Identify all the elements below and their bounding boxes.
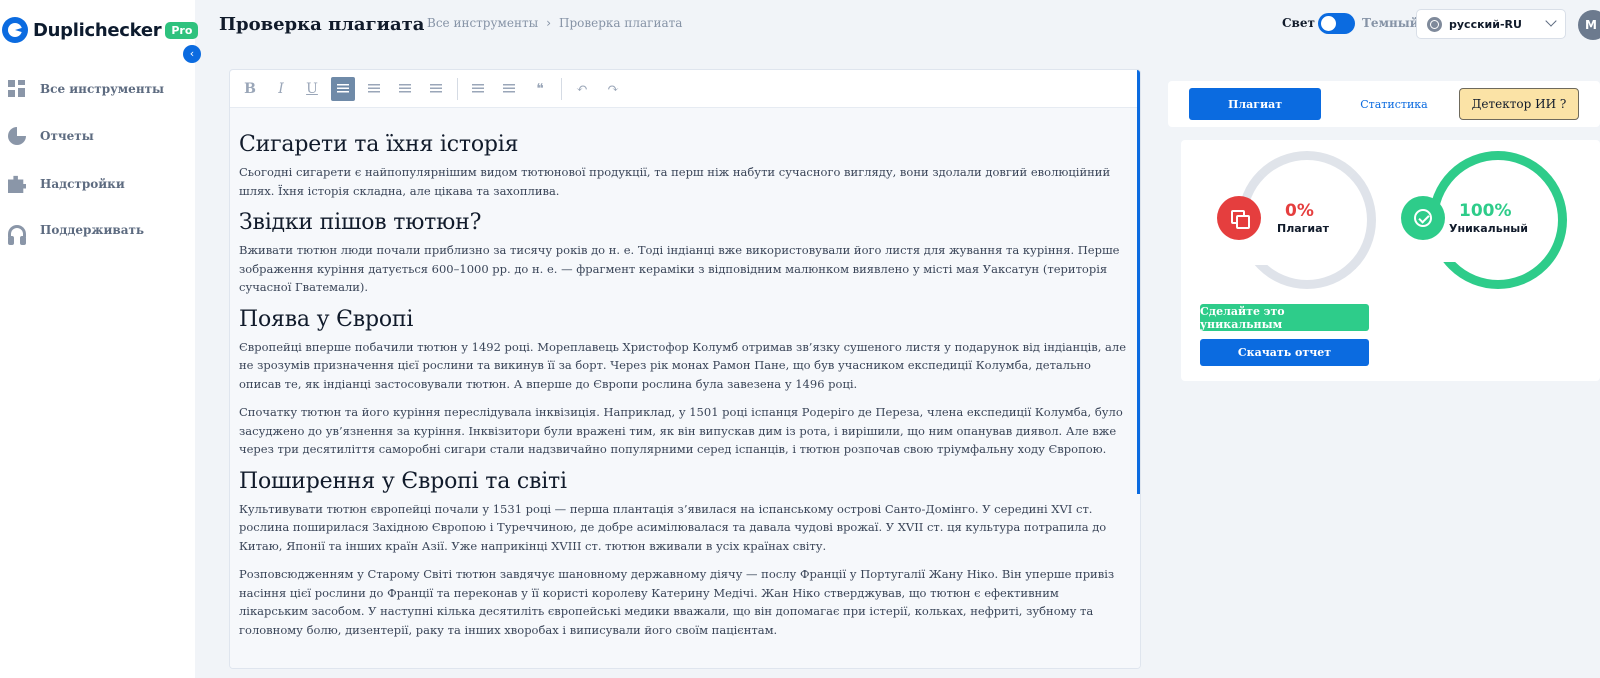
- theme-dark-label: Темный: [1362, 16, 1419, 30]
- align-left-icon: [337, 83, 349, 94]
- plagiarism-percent: 0%: [1285, 201, 1314, 221]
- sidebar-item-reports[interactable]: Отчеты: [8, 127, 94, 145]
- duplichecker-logo-icon: [2, 17, 28, 43]
- unique-label: Уникальный: [1449, 222, 1528, 235]
- sidebar-item-support[interactable]: Поддерживать: [8, 223, 145, 245]
- align-center-icon: [399, 83, 411, 94]
- italic-button[interactable]: I: [269, 77, 293, 101]
- content-heading: Сигарети та їхня історія: [239, 132, 519, 157]
- puzzle-icon: [8, 175, 26, 193]
- sidebar-item-label: Надстройки: [40, 177, 125, 191]
- ordered-list-icon: [472, 83, 484, 94]
- sidebar-item-label: Поддерживать: [40, 223, 145, 237]
- result-card: 0% Плагиат 100% Уникальный Сделайте это …: [1181, 140, 1600, 381]
- unique-percent: 100%: [1459, 201, 1512, 221]
- sidebar-item-addons[interactable]: Надстройки: [8, 175, 125, 193]
- content-paragraph: Спочатку тютюн та його куріння пересліду…: [239, 405, 1123, 456]
- underline-button[interactable]: U: [300, 77, 324, 101]
- tab-ai-detector[interactable]: Детектор ИИ ?: [1459, 88, 1579, 120]
- blockquote-button[interactable]: ❝: [528, 77, 552, 101]
- tab-plagiarism[interactable]: Плагиат: [1189, 88, 1321, 120]
- make-unique-button[interactable]: Сделайте это уникальным: [1200, 304, 1369, 331]
- globe-icon: [1427, 16, 1442, 32]
- download-report-button[interactable]: Скачать отчет: [1200, 339, 1369, 366]
- brand-logo[interactable]: Duplichecker Pro: [2, 17, 199, 43]
- content-heading: Поява у Європі: [239, 306, 414, 332]
- ordered-list-button[interactable]: [466, 77, 490, 101]
- bold-button[interactable]: B: [238, 77, 262, 101]
- align-center-button[interactable]: [393, 77, 417, 101]
- content-paragraph: Європейці вперше побачили тютюн у 1492 р…: [239, 339, 1127, 391]
- unique-badge: [1401, 196, 1445, 240]
- content-heading: Звідки пішов тютюн?: [239, 210, 482, 235]
- chevron-down-icon: [1545, 15, 1557, 27]
- breadcrumb-current: Проверка плагиата: [559, 16, 683, 30]
- plagiarism-label: Плагиат: [1277, 222, 1329, 235]
- headset-icon: [8, 225, 26, 245]
- bullet-list-icon: [503, 83, 515, 94]
- content-paragraph: Розповсюдженням у Старому Світі тютюн за…: [239, 567, 1115, 637]
- content-paragraph: Сьогодні сигарети є найпопулярнішим видо…: [239, 165, 1111, 198]
- sidebar-item-all-tools[interactable]: Все инструменты: [8, 80, 164, 98]
- pie-chart-icon: [8, 127, 26, 145]
- text-editor: B I U ❝ ↶ ↷ Сигарети та їхня історія Сьо…: [229, 69, 1141, 669]
- avatar[interactable]: M: [1578, 10, 1600, 40]
- theme-light-label: Свет: [1282, 16, 1315, 30]
- undo-button[interactable]: ↶: [570, 77, 594, 101]
- language-select[interactable]: русский-RU: [1416, 9, 1566, 39]
- result-tabs: Плагиат Статистика Детектор ИИ ?: [1168, 81, 1600, 127]
- sidebar-item-label: Все инструменты: [40, 82, 165, 96]
- sidebar: Duplichecker Pro Все инструменты Отчеты …: [0, 0, 199, 678]
- sidebar-item-label: Отчеты: [40, 129, 94, 143]
- content-heading: Поширення у Європі та світі: [239, 468, 567, 494]
- check-circle-icon: [1414, 209, 1432, 227]
- sidebar-collapse-button[interactable]: ‹: [183, 45, 201, 63]
- breadcrumb: Все инструменты › Проверка плагиата: [427, 16, 682, 30]
- theme-toggle[interactable]: [1318, 13, 1355, 34]
- copy-icon: [1231, 210, 1250, 229]
- align-right-button[interactable]: [362, 77, 386, 101]
- language-value: русский-RU: [1449, 17, 1522, 31]
- toolbar-divider: [561, 77, 562, 100]
- toolbar-divider: [457, 77, 458, 100]
- chevron-right-icon: ›: [546, 16, 551, 30]
- align-left-button[interactable]: [331, 76, 355, 101]
- redo-button[interactable]: ↷: [601, 77, 625, 101]
- content-paragraph: Вживати тютюн люди почали приблизно за т…: [239, 243, 1120, 294]
- brand-name: Duplichecker: [33, 19, 162, 41]
- editor-content[interactable]: Сигарети та їхня історія Сьогодні сигаре…: [230, 108, 1140, 668]
- content-paragraph: Культивувати тютюн європейці почали у 15…: [239, 501, 1107, 553]
- pro-badge: Pro: [165, 21, 199, 39]
- page-title: Проверка плагиата: [219, 14, 425, 35]
- align-right-icon: [368, 83, 380, 94]
- editor-toolbar: B I U ❝ ↶ ↷: [230, 70, 1140, 108]
- tab-statistics[interactable]: Статистика: [1344, 88, 1444, 120]
- breadcrumb-link-all-tools[interactable]: Все инструменты: [427, 16, 538, 30]
- align-justify-button[interactable]: [424, 77, 448, 101]
- bullet-list-button[interactable]: [497, 77, 521, 101]
- align-justify-icon: [430, 83, 442, 94]
- plagiarism-badge: [1217, 196, 1261, 240]
- grid-icon: [8, 80, 26, 98]
